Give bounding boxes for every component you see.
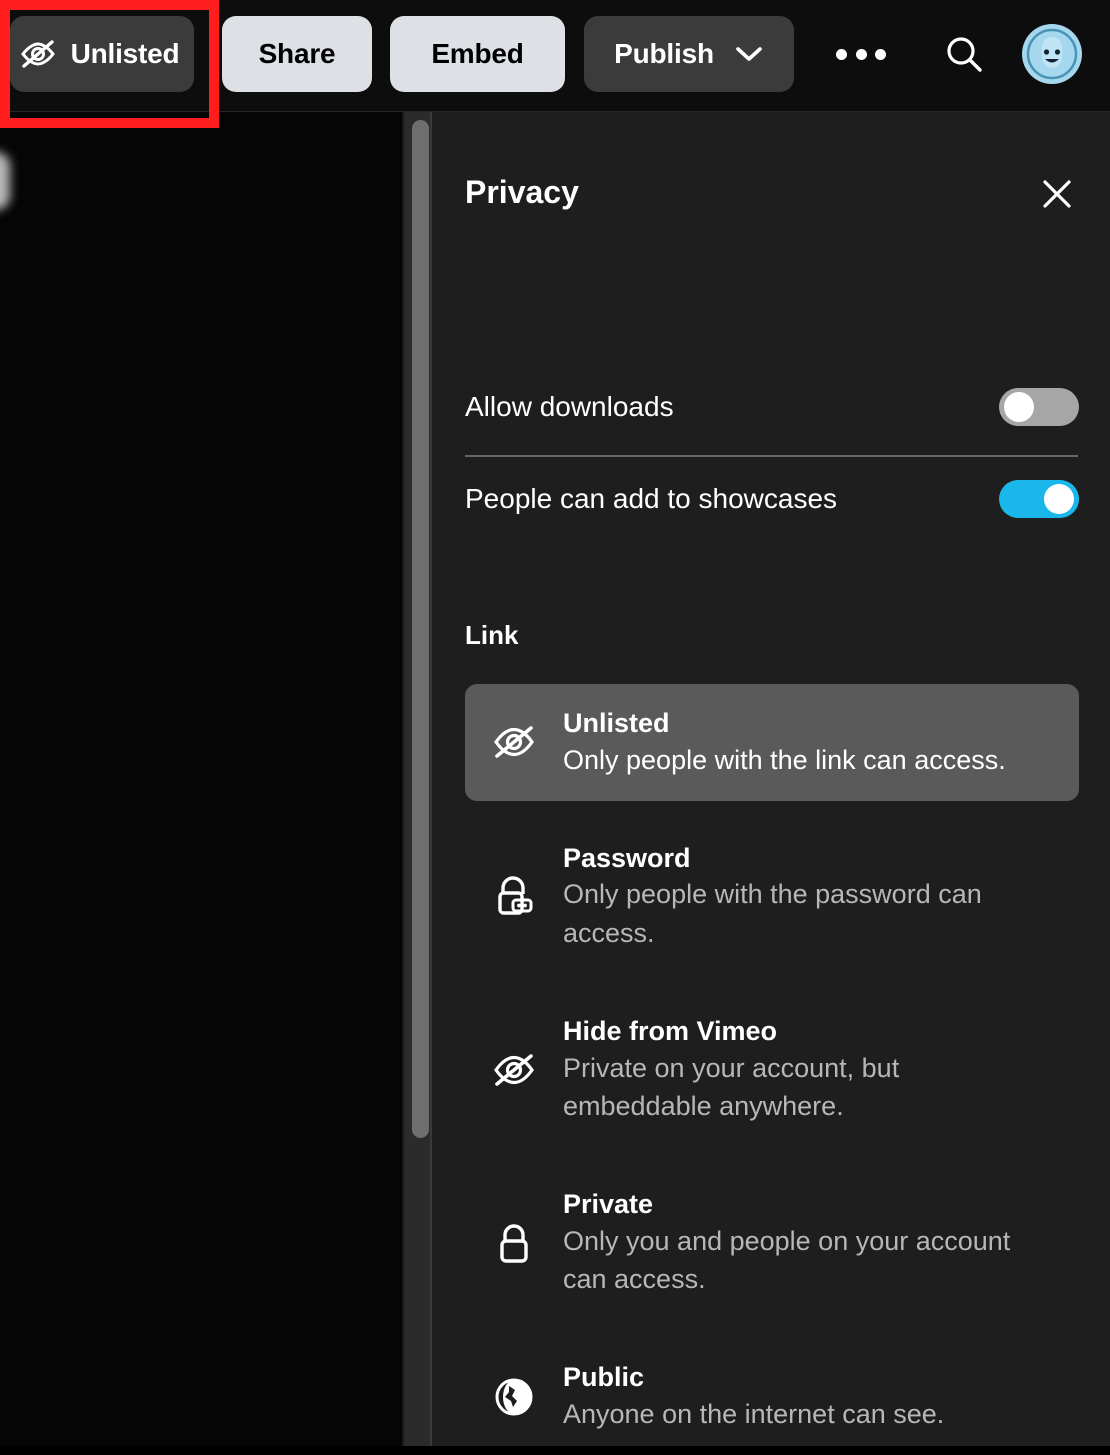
- option-name: Password: [563, 841, 1053, 876]
- user-avatar-icon: [1022, 24, 1082, 84]
- option-name: Hide from Vimeo: [563, 1014, 1053, 1049]
- video-content-area: [0, 112, 402, 1446]
- setting-row-allow-downloads: Allow downloads: [465, 387, 1079, 427]
- embed-button-label: Embed: [431, 38, 523, 70]
- privacy-option-public[interactable]: Public Anyone on the internet can see.: [465, 1338, 1079, 1455]
- vertical-scrollbar[interactable]: [402, 112, 432, 1446]
- more-dot: [836, 49, 847, 60]
- privacy-status-label: Unlisted: [71, 38, 180, 70]
- toggle-knob: [1004, 392, 1034, 422]
- option-text: Public Anyone on the internet can see.: [563, 1360, 1053, 1433]
- option-description: Only you and people on your account can …: [563, 1222, 1053, 1299]
- more-dot: [875, 49, 886, 60]
- globe-icon: [491, 1374, 537, 1420]
- embed-button[interactable]: Embed: [390, 16, 565, 92]
- share-button-label: Share: [259, 38, 336, 70]
- more-dot: [856, 49, 867, 60]
- edge-glow-decoration: [0, 152, 10, 210]
- privacy-status-button[interactable]: Unlisted: [10, 16, 194, 92]
- search-button[interactable]: [942, 32, 986, 76]
- chevron-down-icon: [734, 45, 764, 63]
- more-options-button[interactable]: [836, 42, 886, 66]
- option-text: Password Only people with the password c…: [563, 841, 1053, 952]
- share-button[interactable]: Share: [222, 16, 372, 92]
- publish-button[interactable]: Publish: [584, 16, 794, 92]
- privacy-option-hide-from-vimeo[interactable]: Hide from Vimeo Private on your account,…: [465, 992, 1079, 1147]
- privacy-panel: Privacy Allow downloads People can add t…: [432, 112, 1110, 1446]
- page-title: Privacy: [465, 174, 579, 211]
- option-description: Only people with the link can access.: [563, 741, 1053, 779]
- toggle-knob: [1044, 484, 1074, 514]
- showcases-label: People can add to showcases: [465, 483, 837, 515]
- eye-slash-icon: [491, 719, 537, 765]
- section-divider: [465, 455, 1078, 457]
- option-name: Private: [563, 1187, 1053, 1222]
- eye-slash-icon: [491, 1047, 537, 1093]
- privacy-option-private[interactable]: Private Only you and people on your acco…: [465, 1165, 1079, 1320]
- publish-button-label: Publish: [614, 38, 714, 70]
- option-text: Unlisted Only people with the link can a…: [563, 706, 1053, 779]
- close-button[interactable]: [1035, 172, 1079, 216]
- allow-downloads-label: Allow downloads: [465, 391, 674, 423]
- option-name: Unlisted: [563, 706, 1053, 741]
- option-text: Hide from Vimeo Private on your account,…: [563, 1014, 1053, 1125]
- showcases-toggle[interactable]: [999, 480, 1079, 518]
- option-description: Private on your account, but embeddable …: [563, 1049, 1053, 1126]
- search-icon: [942, 32, 986, 76]
- privacy-option-unlisted[interactable]: Unlisted Only people with the link can a…: [465, 684, 1079, 801]
- privacy-option-password[interactable]: Password Only people with the password c…: [465, 819, 1079, 974]
- close-icon: [1035, 172, 1079, 216]
- option-name: Public: [563, 1360, 1053, 1395]
- allow-downloads-toggle[interactable]: [999, 388, 1079, 426]
- eye-slash-icon: [19, 39, 57, 69]
- user-avatar-button[interactable]: [1022, 24, 1082, 84]
- option-text: Private Only you and people on your acco…: [563, 1187, 1053, 1298]
- top-toolbar: Unlisted Share Embed Publish: [0, 0, 1110, 112]
- privacy-panel-header: Privacy: [465, 174, 1079, 218]
- setting-row-showcases: People can add to showcases: [465, 479, 1079, 519]
- lock-icon: [491, 1220, 537, 1266]
- option-description: Only people with the password can access…: [563, 875, 1053, 952]
- scrollbar-thumb[interactable]: [412, 120, 429, 1138]
- privacy-options-list: Unlisted Only people with the link can a…: [465, 684, 1079, 1455]
- link-section-title: Link: [465, 620, 518, 651]
- option-description: Anyone on the internet can see.: [563, 1395, 1053, 1433]
- lock-keyhole-icon: [491, 873, 537, 919]
